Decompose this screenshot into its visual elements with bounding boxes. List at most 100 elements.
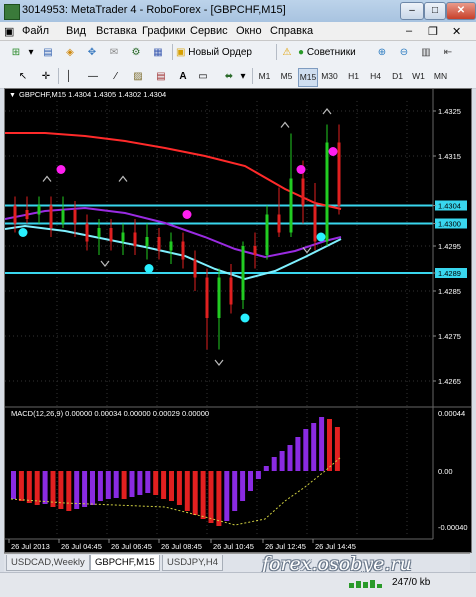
menu-insert[interactable]: Вставка (96, 25, 137, 37)
vertical-line-icon[interactable]: │ (62, 68, 76, 86)
candle-body (49, 205, 53, 228)
menu-help[interactable]: Справка (270, 25, 313, 37)
signal-dot (182, 210, 192, 219)
candle-body (121, 232, 125, 242)
zoom-in-icon[interactable]: ⊕ (372, 44, 392, 62)
fractal-arrow-icon (214, 359, 224, 366)
menu-bar: ▣ Файл Вид Вставка Графики Сервис Окно С… (0, 22, 476, 41)
chart-window[interactable]: 1.4325 1.4315 1.4304 1.4300 1.4295 1.4289 1.42… (4, 88, 472, 553)
macd-tick-label: 0.00 (438, 467, 453, 476)
tile-windows-icon[interactable]: ▥ (416, 44, 436, 62)
close-button[interactable]: ✕ (446, 2, 476, 20)
menu-view[interactable]: Вид (66, 25, 86, 37)
timeframe-m1[interactable]: M1 (256, 68, 273, 85)
macd-bar (129, 471, 135, 497)
macd-bar (105, 471, 111, 499)
timeframe-h4[interactable]: H4 (367, 68, 384, 85)
candle-body (337, 142, 341, 206)
macd-bar (279, 451, 285, 471)
maximize-button[interactable]: □ (424, 2, 446, 20)
macd-bar (161, 471, 167, 499)
macd-bar (263, 466, 269, 471)
fractal-arrow-icon (118, 175, 128, 182)
minimize-button[interactable]: – (400, 2, 424, 20)
macd-bar (26, 471, 32, 503)
macd-scale: 0.00044 0.00 -0.00040 (438, 409, 468, 532)
candle-body (217, 277, 221, 318)
tab-usdcad-weekly[interactable]: USDCAD,Weekly (6, 555, 90, 571)
new-chart-icon[interactable]: ⊞ (6, 44, 26, 62)
price-tick-label: 1.4289 (438, 269, 461, 278)
candle-body (229, 277, 233, 305)
fibonacci-icon[interactable]: ▤ (152, 68, 170, 86)
horizontal-line-icon[interactable]: — (84, 68, 102, 86)
candle-body (97, 228, 101, 237)
menu-tools[interactable]: Сервис (190, 25, 228, 37)
trendline-icon[interactable]: ⁄ (108, 68, 124, 86)
price-tick-label: 1.4275 (438, 332, 461, 341)
macd-bar (66, 471, 72, 511)
timeframe-h1[interactable]: H1 (345, 68, 362, 85)
chevron-down-icon[interactable]: ▾ (238, 68, 248, 86)
arrows-icon[interactable]: ⬌ (220, 68, 238, 86)
macd-bar (11, 471, 16, 499)
price-tick-label: 1.4315 (438, 152, 461, 161)
new-order-button[interactable]: ▣ Новый Ордер (176, 44, 272, 62)
restore-child-icon[interactable]: – (406, 25, 412, 37)
expert-advisors-button[interactable]: ● Советники (298, 44, 370, 62)
time-tick-label: 26 Jul 12:45 (265, 542, 306, 551)
menu-window[interactable]: Окно (236, 25, 262, 37)
macd-bar (82, 471, 88, 507)
profiles-icon[interactable]: ▤ (38, 44, 58, 62)
chart-window-icon: ▣ (4, 26, 15, 38)
timeframe-m30[interactable]: M30 (321, 68, 338, 85)
standard-toolbar: ⊞ ▾ ▤ ◈ ✥ ✉ ⚙ ▦ ▣ Новый Ордер ⚠ ● Советн… (0, 41, 476, 66)
candle-body (265, 214, 269, 255)
candle-body (169, 241, 173, 251)
text-tool-icon[interactable]: A (176, 68, 190, 86)
label-tool-icon[interactable]: ▭ (196, 68, 210, 86)
macd-bar (90, 471, 95, 505)
zoom-out-icon[interactable]: ⊖ (394, 44, 414, 62)
macd-bar (200, 471, 206, 519)
timeframe-mn[interactable]: MN (432, 68, 449, 85)
signal-dot (56, 165, 66, 174)
chevron-down-icon[interactable]: ▾ (26, 44, 36, 62)
candle-body (181, 241, 185, 260)
menu-file[interactable]: Файл (22, 25, 49, 37)
channel-icon[interactable]: ▨ (130, 68, 146, 86)
macd-bar (271, 457, 277, 471)
macd-bar (224, 471, 230, 521)
timeframe-m5[interactable]: M5 (278, 68, 295, 85)
data-window-icon[interactable]: ▦ (148, 44, 168, 62)
timeframe-m15[interactable]: M15 (298, 68, 318, 87)
level-lines (5, 204, 433, 274)
time-tick-label: 26 Jul 08:45 (161, 542, 202, 551)
macd-bar (145, 471, 151, 493)
candle-body (253, 246, 257, 255)
market-watch-icon[interactable]: ◈ (60, 44, 80, 62)
price-chart[interactable]: 1.4325 1.4315 1.4304 1.4300 1.4295 1.4289 1.42… (4, 89, 471, 552)
crosshair-icon[interactable]: ✛ (38, 68, 54, 86)
chart-shift-icon[interactable]: ⇤ (438, 44, 458, 62)
close-child-icon[interactable]: ✕ (452, 25, 461, 38)
tab-usdjpy-h4[interactable]: USDJPY,H4 (162, 555, 224, 571)
separator (58, 68, 59, 84)
timeframe-w1[interactable]: W1 (410, 68, 427, 85)
menu-charts[interactable]: Графики (142, 25, 186, 37)
macd-bar (327, 419, 332, 471)
tab-gbpchf-m15[interactable]: GBPCHF,M15 (90, 555, 160, 571)
tester-icon[interactable]: ⚙ (126, 44, 146, 62)
macd-bar (240, 471, 246, 501)
timeframe-d1[interactable]: D1 (389, 68, 406, 85)
candle-body (109, 228, 113, 242)
chart-header-arrow: ▼ (9, 92, 16, 99)
status-bar: 247/0 kb (0, 572, 476, 597)
restore-child-icon-2[interactable]: ❐ (428, 25, 438, 38)
separator (252, 68, 253, 84)
cursor-icon[interactable]: ↖ (16, 68, 30, 86)
candle-body (205, 277, 209, 318)
terminal-icon[interactable]: ✉ (104, 44, 124, 62)
navigator-icon[interactable]: ✥ (82, 44, 102, 62)
candle-body (157, 237, 161, 251)
